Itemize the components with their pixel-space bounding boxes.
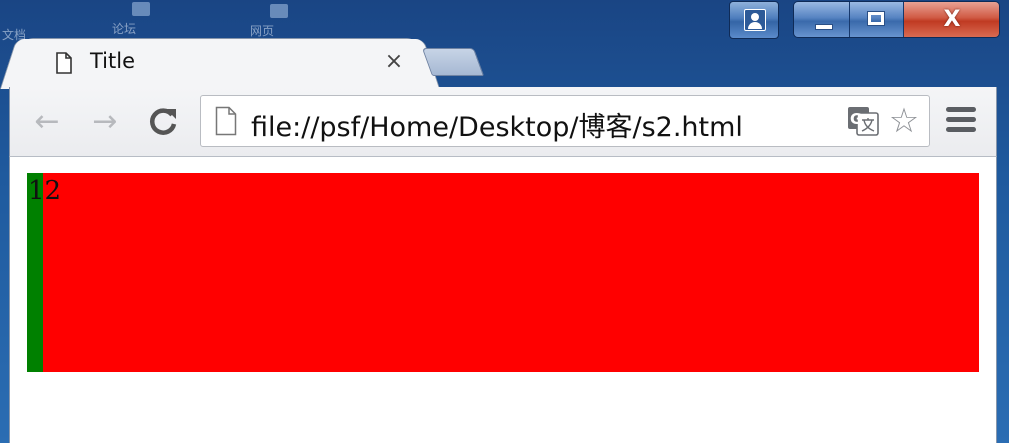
menu-icon[interactable] — [946, 107, 978, 135]
red-container: 12 — [27, 173, 979, 372]
address-bar-url: file://psf/Home/Desktop/博客/s2.html — [251, 112, 743, 143]
page-viewport: 12 — [9, 157, 997, 443]
user-icon-head — [751, 13, 759, 21]
tab-close-button[interactable]: × — [380, 48, 408, 76]
user-icon — [744, 9, 766, 31]
menu-icon-bar — [946, 117, 976, 122]
text-item-1: 1 — [28, 176, 45, 206]
folder-icon — [270, 4, 288, 18]
minimize-button[interactable] — [794, 2, 851, 37]
window-caption-buttons: X — [793, 1, 1000, 38]
minimize-icon — [815, 24, 833, 30]
page-icon — [215, 106, 237, 136]
folder-icon — [132, 2, 150, 16]
translate-icon[interactable]: G — [847, 105, 879, 137]
tab-title: Title — [90, 49, 136, 73]
tab-active[interactable]: Title × — [23, 38, 417, 88]
desktop-icon[interactable]: 网页 — [250, 4, 288, 39]
container-text: 12 — [28, 175, 61, 207]
user-icon-shoulders — [748, 22, 762, 29]
reload-button[interactable] — [144, 103, 182, 141]
menu-icon-bar — [946, 107, 976, 112]
desktop-icon[interactable]: 论坛 — [112, 2, 150, 37]
back-button[interactable]: ← — [28, 103, 66, 141]
maximize-icon — [867, 11, 886, 26]
new-tab-button[interactable] — [421, 48, 485, 76]
profile-button[interactable] — [729, 1, 779, 39]
browser-toolbar: ← → file://psf/Home/Desktop/博客/s2.html G… — [9, 87, 997, 157]
menu-icon-bar — [946, 127, 976, 132]
close-window-button[interactable]: X — [903, 2, 999, 37]
page-icon — [56, 52, 72, 74]
text-item-2: 2 — [44, 176, 62, 206]
maximize-button[interactable] — [850, 2, 904, 37]
forward-button[interactable]: → — [86, 103, 124, 141]
address-bar[interactable]: file://psf/Home/Desktop/博客/s2.html G ☆ — [200, 95, 930, 147]
desktop-icon-label: 论坛 — [112, 22, 137, 36]
svg-text:G: G — [850, 110, 862, 128]
reload-icon — [150, 108, 177, 135]
desktop-icon-label: 网页 — [250, 24, 275, 38]
close-icon: X — [943, 7, 961, 32]
bookmark-star-icon[interactable]: ☆ — [885, 102, 923, 140]
browser-window: Title × ← → file://psf/Home/Desktop/博客/s… — [9, 38, 997, 443]
